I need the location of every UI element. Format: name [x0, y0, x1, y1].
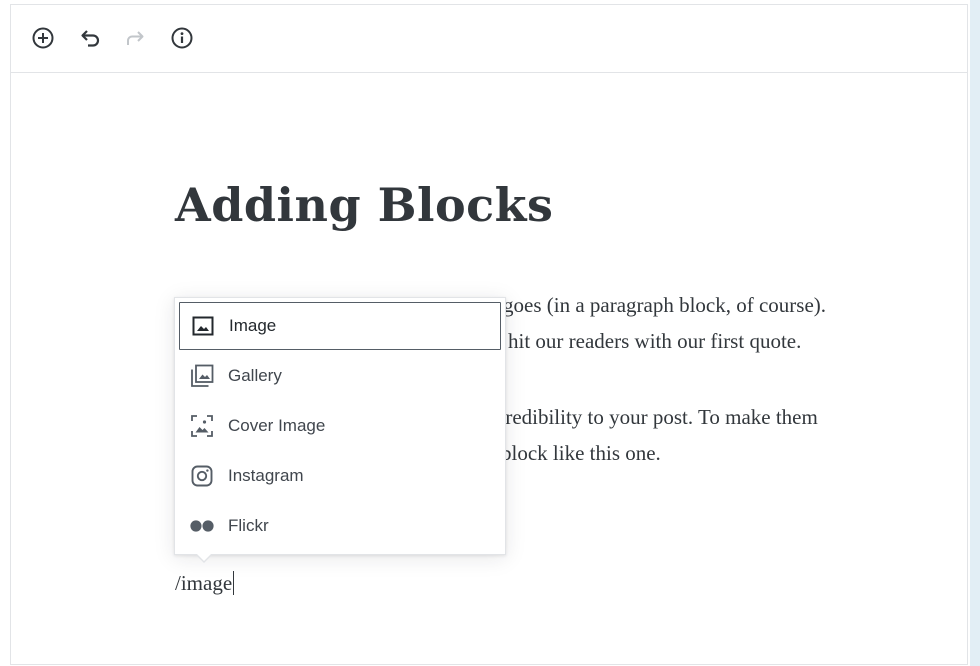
side-strip	[970, 0, 980, 666]
paragraph-1-line-1[interactable]: goes (in a paragraph block, of course).	[503, 293, 826, 317]
inserter-item-label: Flickr	[228, 516, 269, 535]
inserter-item-image[interactable]: Image	[179, 302, 501, 350]
cover-image-icon	[189, 413, 215, 439]
paragraph-2-line-1[interactable]: credibility to your post. To make them	[496, 405, 818, 429]
paragraph-2-line-2[interactable]: block like this one.	[501, 441, 661, 465]
info-icon	[171, 27, 193, 49]
paragraph-1-line-2[interactable]: hit our readers with our first quote.	[508, 329, 801, 353]
popover-arrow-inner	[196, 553, 212, 561]
inserter-item-cover-image[interactable]: Cover Image	[179, 402, 501, 450]
add-block-button[interactable]	[30, 25, 56, 51]
inserter-item-instagram[interactable]: Instagram	[179, 452, 501, 500]
info-button[interactable]	[169, 25, 195, 51]
slash-command-text: /image	[175, 571, 233, 595]
post-title[interactable]: Adding Blocks	[175, 175, 553, 235]
editor-frame: Adding Blocks goes (in a paragraph block…	[10, 4, 968, 665]
plus-circle-icon	[32, 27, 54, 49]
instagram-icon	[189, 463, 215, 489]
redo-button[interactable]	[122, 25, 148, 51]
inserter-item-gallery[interactable]: Gallery	[179, 352, 501, 400]
gallery-icon	[189, 363, 215, 389]
undo-icon	[81, 30, 100, 47]
inserter-item-label: Instagram	[228, 466, 304, 485]
editor-toolbar	[11, 5, 967, 73]
block-autocomplete-popover: Image Gallery Cover Image Instagram Flic…	[174, 297, 506, 555]
redo-icon	[127, 31, 144, 45]
inserter-item-flickr[interactable]: Flickr	[179, 502, 501, 550]
slash-command-paragraph[interactable]: /image	[175, 570, 235, 596]
flickr-icon	[189, 513, 215, 539]
image-icon	[190, 313, 216, 339]
undo-button[interactable]	[78, 25, 104, 51]
text-caret	[233, 571, 235, 595]
inserter-item-label: Gallery	[228, 366, 282, 385]
inserter-item-label: Cover Image	[228, 416, 326, 435]
inserter-item-label: Image	[229, 316, 277, 335]
